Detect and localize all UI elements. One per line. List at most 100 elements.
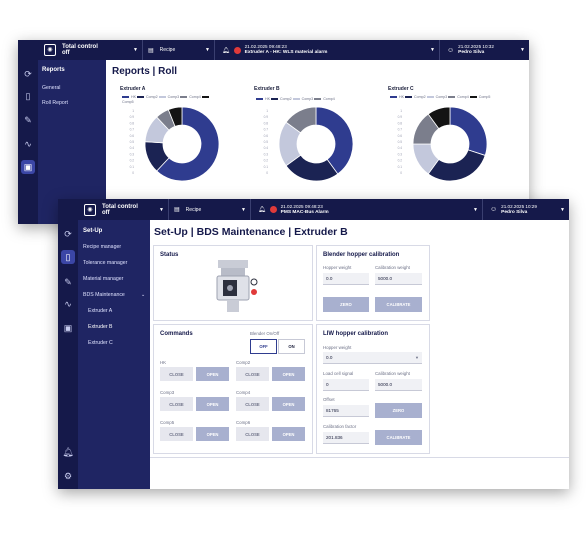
recipe-selector[interactable]: ▤ Recipe ▼ [168,199,251,220]
y-tick-label: 0.6 [264,134,269,138]
alarm-bar[interactable]: 🔔︎ 21.02.2025 09:48:23 Extruder A - HK: … [214,40,440,60]
comp2-open-button[interactable]: OPEN [272,367,305,381]
user-icon: ☺ [490,206,498,213]
calibration-factor-field[interactable]: 201.836 [323,432,369,444]
wrench-icon[interactable]: ✎ [64,278,72,287]
hk-open-button[interactable]: OPEN [196,367,229,381]
legend-comp4: Comp4 [189,95,201,99]
chevron-down-icon: ▼ [241,206,246,213]
bell-icon: 🔔︎ [258,207,266,213]
user-menu[interactable]: ☺ 21.02.2025 10:29 Pedro Silva ▼ [482,199,569,220]
user-icon: ☺ [447,46,455,54]
y-tick-label: 0.6 [130,134,135,138]
recipe-selector[interactable]: ▤ Recipe ▼ [142,40,215,60]
blender-zero-button[interactable]: ZERO [323,297,369,312]
liw-hopper-weight-label: Hopper weight [323,345,352,350]
wrench-icon[interactable]: ✎ [24,116,32,125]
comp4-close-button[interactable]: CLOSE [236,397,269,411]
on-toggle-button[interactable]: ON [278,339,305,354]
comp3-open-button[interactable]: OPEN [196,397,229,411]
calibration-weight-field[interactable]: 5000.0 [375,273,422,285]
blender-calibration-title: Blender hopper calibration [323,252,400,258]
chart-title: Extruder C [388,86,414,92]
comp6-open-button[interactable]: OPEN [272,427,305,441]
refresh-icon[interactable]: ⟳ [64,230,72,239]
gear-icon[interactable]: ⚙ [64,472,72,481]
y-tick-label: 0 [132,171,134,175]
setup-icon-rail: ⟳ ▯ ✎ ∿ ▣ 🔔︎ ⚙ [58,220,78,489]
liw-calibration-weight-field[interactable]: 5000.0 [375,379,422,391]
chevron-down-icon: ▼ [415,355,419,360]
blender-calibrate-button[interactable]: CALIBRATE [375,297,422,312]
nav-item-recipe-manager[interactable]: Recipe manager [83,244,121,250]
hopper-weight-field[interactable]: 0.0 [323,273,369,285]
refresh-icon[interactable]: ⟳ [24,70,32,79]
nav-subitem-extruder-b[interactable]: Extruder B [88,324,113,330]
reports-window: ◉ Total control off ▼ ▤ Recipe ▼ 🔔︎ 21.0… [18,40,529,224]
row-label-comp5: Comp5 [160,420,175,425]
comp3-close-button[interactable]: CLOSE [160,397,193,411]
nav-subitem-extruder-a[interactable]: Extruder A [88,308,112,314]
alarm-text: Extruder A - HK: WLS material alarm [244,50,328,55]
document-icon[interactable]: ▯ [26,92,31,101]
bell-icon[interactable]: 🔔︎ [62,448,73,457]
pulse-icon[interactable]: ∿ [64,300,72,309]
machine-icon: ◉ [84,203,96,216]
nav-subitem-extruder-c[interactable]: Extruder C [88,340,113,346]
y-tick-label: 0.9 [130,115,135,119]
comp4-open-button[interactable]: OPEN [272,397,305,411]
liw-calibrate-button[interactable]: CALIBRATE [375,430,422,445]
y-tick-label: 0.7 [264,128,269,132]
off-toggle-button[interactable]: OFF [250,339,277,354]
clipboard-icon[interactable]: ▣ [21,160,35,174]
comp2-close-button[interactable]: CLOSE [236,367,269,381]
row-label-hk: HK [160,360,167,365]
nav-item-material-manager[interactable]: Material manager [83,276,123,282]
chevron-down-icon: ▼ [560,206,565,213]
user-menu[interactable]: ☺ 21.02.2025 10:32 Pedro Silva ▼ [439,40,529,60]
offset-field[interactable]: 81765 [323,405,369,417]
setup-nav: Set-Up Recipe manager Tolerance manager … [78,220,150,489]
y-tick-label: 0.2 [130,159,135,163]
legend-comp5: Comp5 [478,95,491,99]
donut-slice-comp2 [427,149,486,182]
status-title: Status [160,252,179,258]
recipe-icon: ▤ [174,207,180,213]
chevron-down-icon: ⌄ [141,292,146,298]
pulse-icon[interactable]: ∿ [24,140,32,149]
legend-comp2: Comp2 [414,95,426,99]
y-tick-label: 1 [266,109,268,113]
y-tick-label: 0.4 [398,146,403,150]
y-tick-label: 0.1 [130,165,135,169]
row-label-comp2: Comp2 [236,360,251,365]
clipboard-icon[interactable]: ▣ [64,324,73,333]
chart-legend: HK Comp2 Comp3 Comp4 Comp5 [390,95,515,100]
reports-icon-rail: ⟳ ▯ ✎ ∿ ▣ [18,60,38,224]
y-tick-label: 0.8 [130,121,135,125]
nav-item-general[interactable]: General [42,85,60,91]
bell-icon: 🔔︎ [222,47,230,54]
hk-close-button[interactable]: CLOSE [160,367,193,381]
y-tick-label: 0.7 [130,128,135,132]
legend-hk: HK [131,95,136,99]
comp6-close-button[interactable]: CLOSE [236,427,269,441]
liw-zero-button[interactable]: ZERO [375,403,422,418]
chevron-down-icon: ▼ [159,206,164,213]
nav-item-tolerance-manager[interactable]: Tolerance manager [83,260,127,266]
comp5-close-button[interactable]: CLOSE [160,427,193,441]
nav-item-bds-maintenance[interactable]: BDS Maintenance [83,292,125,298]
y-tick-label: 0.4 [264,146,269,150]
liw-hopper-weight-field[interactable]: 0.0 [323,352,422,364]
nav-item-roll-report[interactable]: Roll Report [42,100,68,106]
machine-control[interactable]: ◉ Total control off ▼ [78,199,169,220]
y-tick-label: 0.9 [264,115,269,119]
y-tick-label: 0.8 [398,121,403,125]
machine-control[interactable]: ◉ Total control off ▼ [38,40,143,60]
comp5-open-button[interactable]: OPEN [196,427,229,441]
alarm-bar[interactable]: 🔔︎ 21.02.2025 09:48:23 PMS MAC-Bus Alarm… [250,199,483,220]
y-tick-label: 0.3 [398,152,403,156]
user-name: Pedro Silva [501,209,528,215]
chevron-down-icon: ▼ [520,47,525,53]
document-icon[interactable]: ▯ [61,250,75,264]
load-cell-signal-field[interactable]: 0 [323,379,369,391]
